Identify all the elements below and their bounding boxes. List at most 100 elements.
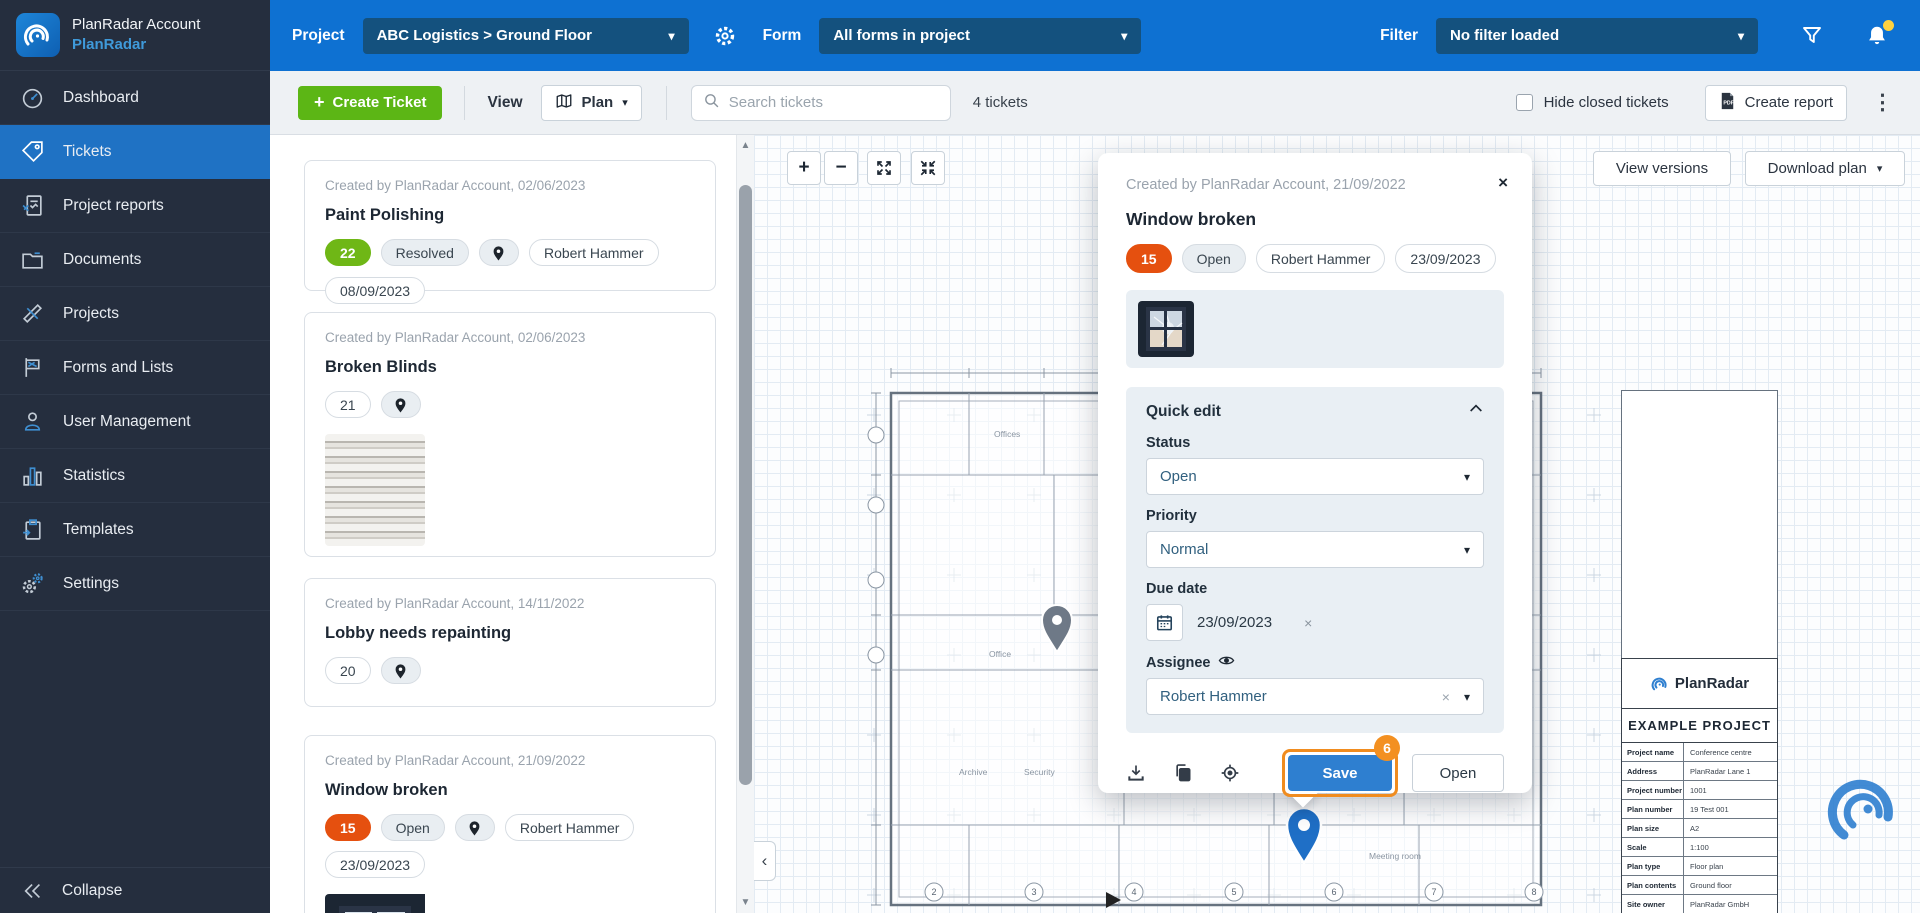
sidebar-item-label: Forms and Lists xyxy=(63,359,173,377)
create-report-button[interactable]: PDF Create report xyxy=(1705,85,1847,121)
account-header[interactable]: PlanRadar Account PlanRadar xyxy=(0,0,270,71)
zoom-out-button[interactable]: − xyxy=(824,151,858,185)
more-options-kebab-icon[interactable]: ⋮ xyxy=(1872,90,1893,115)
plan-title-block: PlanRadar EXAMPLE PROJECT Project nameCo… xyxy=(1621,658,1778,913)
status-select-value: Open xyxy=(1160,468,1197,485)
bell-icon[interactable] xyxy=(1864,23,1890,49)
sidebar-item-label: Templates xyxy=(63,521,134,539)
scroll-up-arrow-icon[interactable]: ▲ xyxy=(737,140,754,151)
ticket-title: Lobby needs repainting xyxy=(325,624,695,643)
create-ticket-button[interactable]: + Create Ticket xyxy=(298,86,442,120)
ticket-title: Paint Polishing xyxy=(325,206,695,225)
ticket-card-window-broken[interactable]: Created by PlanRadar Account, 21/09/2022… xyxy=(304,735,716,913)
ticket-number-badge: 22 xyxy=(325,239,371,266)
planradar-app: PlanRadar Account PlanRadar Dashboard Ti… xyxy=(0,0,1920,913)
search-tickets-input[interactable] xyxy=(729,94,939,111)
scrollbar-thumb[interactable] xyxy=(739,185,752,785)
filter-select[interactable]: No filter loaded ▾ xyxy=(1436,18,1758,54)
clear-date-icon[interactable]: × xyxy=(1304,615,1312,631)
pdf-file-icon: PDF xyxy=(1719,92,1736,114)
locate-target-icon[interactable] xyxy=(1220,763,1240,783)
sidebar-item-dashboard[interactable]: Dashboard xyxy=(0,71,270,125)
plus-icon: + xyxy=(314,92,325,113)
ticket-number-badge: 15 xyxy=(325,814,371,841)
calendar-icon[interactable] xyxy=(1146,604,1183,641)
assignee-field-label: Assignee xyxy=(1146,655,1210,671)
expand-fullscreen-button[interactable] xyxy=(867,151,901,185)
sidebar: PlanRadar Account PlanRadar Dashboard Ti… xyxy=(0,0,270,913)
sidebar-item-tickets[interactable]: Tickets xyxy=(0,125,270,179)
open-ticket-button[interactable]: Open xyxy=(1412,754,1504,792)
room-label: Meeting room xyxy=(1369,851,1421,861)
save-button[interactable]: Save xyxy=(1288,755,1392,791)
location-pin-icon xyxy=(455,814,495,841)
divider xyxy=(464,86,465,120)
priority-select[interactable]: Normal ▾ xyxy=(1146,531,1484,568)
hide-closed-tickets-checkbox[interactable] xyxy=(1516,94,1533,111)
map-icon xyxy=(555,92,573,114)
view-versions-button[interactable]: View versions xyxy=(1593,151,1731,186)
chevron-double-left-icon xyxy=(19,877,46,904)
ticket-meta: Created by PlanRadar Account, 02/06/2023 xyxy=(325,178,695,193)
room-label: Security xyxy=(1024,767,1055,777)
folder-icon xyxy=(19,246,46,273)
ticket-card-paint-polishing[interactable]: Created by PlanRadar Account, 02/06/2023… xyxy=(304,160,716,291)
sidebar-item-project-reports[interactable]: Project reports xyxy=(0,179,270,233)
sidebar-item-documents[interactable]: Documents xyxy=(0,233,270,287)
location-pin-icon xyxy=(479,239,519,266)
due-date-field-label: Due date xyxy=(1146,581,1484,597)
expand-arrows-icon xyxy=(875,159,893,177)
title-block-project-title: EXAMPLE PROJECT xyxy=(1622,709,1777,743)
notification-dot xyxy=(1883,20,1894,31)
sidebar-item-templates[interactable]: Templates xyxy=(0,503,270,557)
clear-assignee-icon[interactable]: × xyxy=(1442,689,1464,705)
view-mode-select[interactable]: Plan ▾ xyxy=(541,85,642,121)
priority-field-label: Priority xyxy=(1146,508,1484,524)
quick-edit-title: Quick edit xyxy=(1146,403,1221,421)
clipboard-icon xyxy=(19,516,46,543)
project-select-value: ABC Logistics > Ground Floor xyxy=(377,27,592,44)
fit-to-screen-button[interactable] xyxy=(911,151,945,185)
project-select[interactable]: ABC Logistics > Ground Floor ▾ xyxy=(363,18,689,54)
ticket-photo-thumbnail[interactable] xyxy=(1138,301,1194,357)
sidebar-item-settings[interactable]: Settings xyxy=(0,557,270,611)
ticket-count: 4 tickets xyxy=(973,94,1028,111)
ticket-photo-thumbnail[interactable] xyxy=(325,434,425,546)
chevron-down-icon: ▾ xyxy=(1726,29,1744,43)
bar-chart-icon xyxy=(19,462,46,489)
sidebar-item-label: Settings xyxy=(63,575,119,593)
sidebar-item-statistics[interactable]: Statistics xyxy=(0,449,270,503)
list-scrollbar[interactable]: ▲ ▼ xyxy=(736,135,754,913)
funnel-icon[interactable] xyxy=(1800,24,1824,48)
download-icon[interactable] xyxy=(1126,763,1146,783)
form-select[interactable]: All forms in project ▾ xyxy=(819,18,1141,54)
status-field-label: Status xyxy=(1146,435,1484,451)
tag-icon xyxy=(19,138,46,165)
sidebar-item-forms-and-lists[interactable]: Forms and Lists xyxy=(0,341,270,395)
download-plan-button[interactable]: Download plan ▾ xyxy=(1745,151,1905,186)
ticket-number-badge: 20 xyxy=(325,657,371,684)
attachments-strip xyxy=(1126,290,1504,368)
status-select[interactable]: Open ▾ xyxy=(1146,458,1484,495)
scroll-down-arrow-icon[interactable]: ▼ xyxy=(737,897,754,908)
ticket-card-broken-blinds[interactable]: Created by PlanRadar Account, 02/06/2023… xyxy=(304,312,716,557)
sidebar-item-label: Project reports xyxy=(63,197,164,215)
filter-select-value: No filter loaded xyxy=(1450,27,1559,44)
sidebar-collapse-button[interactable]: Collapse xyxy=(0,867,270,913)
sidebar-item-label: Statistics xyxy=(63,467,125,485)
room-label: Archive xyxy=(959,767,988,777)
plan-settings-gear-icon[interactable] xyxy=(713,24,737,48)
hide-closed-tickets-label: Hide closed tickets xyxy=(1544,94,1669,111)
zoom-in-button[interactable]: + xyxy=(787,151,821,185)
planradar-logo xyxy=(16,13,60,57)
room-label: Offices xyxy=(994,429,1020,439)
assignee-select[interactable]: Robert Hammer × ▾ xyxy=(1146,678,1484,715)
chevron-up-icon[interactable] xyxy=(1468,401,1484,422)
ticket-card-lobby-repainting[interactable]: Created by PlanRadar Account, 14/11/2022… xyxy=(304,578,716,707)
ticket-photo-thumbnail[interactable] xyxy=(325,894,695,913)
collapse-list-panel-tab[interactable]: ‹ xyxy=(754,841,776,881)
sidebar-item-projects[interactable]: Projects xyxy=(0,287,270,341)
close-icon[interactable]: × xyxy=(1498,173,1508,193)
copy-icon[interactable] xyxy=(1173,763,1193,783)
sidebar-item-user-management[interactable]: User Management xyxy=(0,395,270,449)
